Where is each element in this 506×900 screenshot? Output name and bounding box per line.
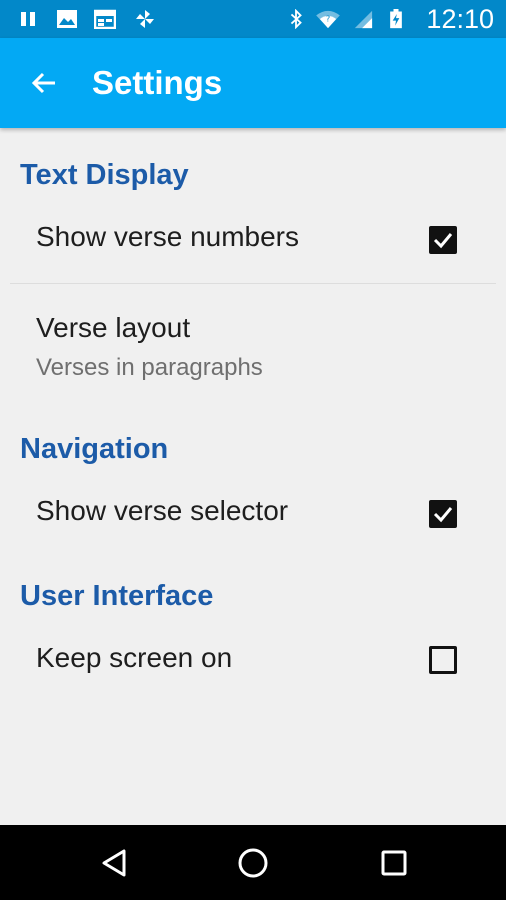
section-header-text-display: Text Display xyxy=(20,159,189,191)
checkmark-icon xyxy=(433,507,453,523)
pref-summary: Verses in paragraphs xyxy=(36,354,263,381)
battery-charging-icon xyxy=(390,9,402,29)
pinwheel-icon xyxy=(136,10,154,28)
section-header-navigation: Navigation xyxy=(20,433,169,465)
home-circle-icon xyxy=(238,848,268,878)
nav-home-button[interactable] xyxy=(233,843,273,883)
pref-verse-layout[interactable]: Verse layout Verses in paragraphs xyxy=(0,298,506,388)
pref-show-verse-numbers[interactable]: Show verse numbers xyxy=(0,206,506,282)
back-button[interactable] xyxy=(18,60,70,106)
divider xyxy=(10,283,496,284)
pref-label: Show verse numbers xyxy=(36,221,300,252)
svg-text:?: ? xyxy=(326,14,330,24)
pref-label: Show verse selector xyxy=(36,495,289,526)
pref-keep-screen-on[interactable]: Keep screen on xyxy=(0,627,506,703)
keep-screen-on-checkbox[interactable] xyxy=(429,646,457,674)
status-time: 12:10 xyxy=(426,4,494,34)
section-header-user-interface: User Interface xyxy=(20,580,214,612)
signal-icon xyxy=(354,10,373,29)
nav-back-button[interactable] xyxy=(94,843,134,883)
recents-square-icon xyxy=(381,850,407,876)
show-verse-numbers-checkbox[interactable] xyxy=(429,226,457,254)
bluetooth-icon xyxy=(290,9,302,29)
page-title: Settings xyxy=(92,64,223,101)
arrow-back-icon xyxy=(31,72,55,94)
status-bar: ? 12:10 xyxy=(0,0,506,38)
nav-recents-button[interactable] xyxy=(374,843,414,883)
system-nav-bar xyxy=(0,825,506,900)
pref-show-verse-selector[interactable]: Show verse selector xyxy=(0,480,506,556)
pause-icon xyxy=(21,12,35,26)
show-verse-selector-checkbox[interactable] xyxy=(429,500,457,528)
checkmark-icon xyxy=(433,233,453,249)
image-icon xyxy=(57,10,77,28)
calendar-icon xyxy=(94,9,116,29)
back-triangle-icon xyxy=(102,849,126,877)
pref-label: Keep screen on xyxy=(36,642,233,673)
app-bar: Settings xyxy=(0,38,506,128)
pref-label: Verse layout xyxy=(36,312,191,343)
wifi-icon: ? xyxy=(316,10,340,29)
